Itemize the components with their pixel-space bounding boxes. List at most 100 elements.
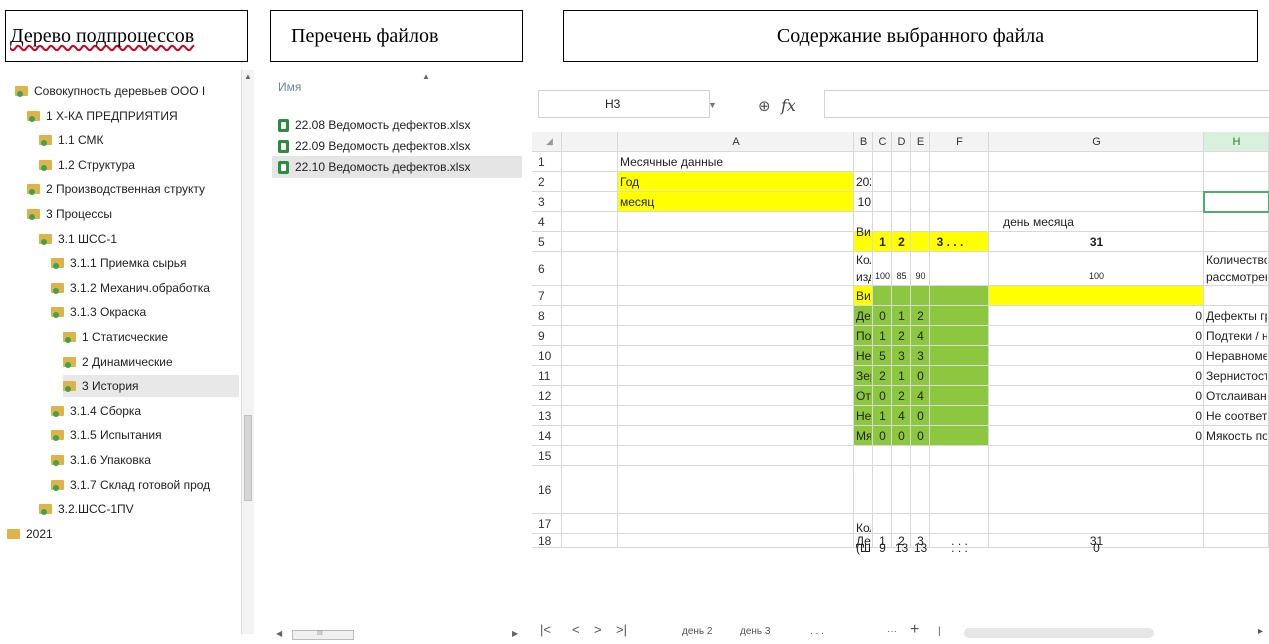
cell[interactable]: 2: [894, 232, 909, 252]
tree-item[interactable]: Совокупность деревьев ООО I: [15, 80, 239, 102]
row-header[interactable]: 15: [532, 446, 562, 466]
name-column-header[interactable]: Имя: [278, 80, 301, 94]
cell[interactable]: . . .: [932, 534, 987, 548]
row-header[interactable]: 2: [532, 172, 562, 192]
cell-year-label[interactable]: Год: [620, 172, 852, 192]
first-sheet-icon[interactable]: |<: [540, 622, 551, 637]
next-sheet-icon[interactable]: >: [594, 622, 602, 637]
file-item[interactable]: 22.10 Ведомость дефектов.xlsx: [272, 156, 522, 178]
tree-item[interactable]: 1 Х-КА ПРЕДПРИЯТИЯ: [27, 105, 239, 127]
tree-item[interactable]: 3 История: [63, 375, 239, 398]
cell[interactable]: 2: [894, 534, 909, 548]
scroll-left-arrow-icon[interactable]: ◀: [276, 629, 282, 638]
cell[interactable]: 0: [875, 386, 890, 406]
tree-item[interactable]: 1.2 Структура: [39, 154, 239, 176]
cell[interactable]: 1: [875, 534, 890, 548]
cell[interactable]: 2: [894, 386, 909, 406]
cell[interactable]: 3 . . .: [913, 232, 987, 252]
row-header[interactable]: 12: [532, 386, 562, 406]
sheet-horizontal-scrollbar[interactable]: [964, 628, 1154, 638]
files-scroll-thumb[interactable]: III: [292, 630, 354, 640]
defect-name[interactable]: Не соответствие цвета: [1206, 406, 1267, 426]
cell[interactable]: Виды дефектов: [856, 286, 871, 306]
name-box[interactable]: H3: [538, 90, 710, 118]
cell[interactable]: 0: [991, 426, 1202, 446]
cell[interactable]: 3: [913, 534, 928, 548]
column-header-e[interactable]: E: [911, 132, 930, 152]
tree-item[interactable]: 3 Процессы: [27, 203, 239, 225]
add-sheet-button[interactable]: +: [910, 621, 919, 639]
row-header[interactable]: 7: [532, 286, 562, 306]
defect-name[interactable]: Подтеки / наплывы: [1206, 326, 1267, 346]
tree-item[interactable]: 3.1.2 Механич.обработка: [51, 277, 239, 299]
cell[interactable]: 2: [913, 306, 928, 326]
cell[interactable]: 4: [894, 406, 909, 426]
tree-item[interactable]: 3.1.7 Склад готовой прод: [51, 474, 239, 496]
cell[interactable]: День месяца: [856, 534, 871, 548]
cell[interactable]: 31: [991, 232, 1202, 252]
cell[interactable]: 100: [875, 268, 890, 285]
row-header[interactable]: 9: [532, 326, 562, 346]
cell[interactable]: 0: [913, 406, 928, 426]
tree-item[interactable]: 3.1.4 Сборка: [51, 400, 239, 422]
cell[interactable]: 3: [894, 346, 909, 366]
defect-name[interactable]: Дефекты грунтовочного сло: [1206, 306, 1267, 326]
cell[interactable]: 2: [875, 366, 890, 386]
cell[interactable]: Вид данных: [856, 212, 871, 252]
tree-item[interactable]: 3.2.ШСС-1ПV: [39, 498, 239, 520]
row-header[interactable]: 8: [532, 306, 562, 326]
more-tabs[interactable]: . . .: [810, 626, 824, 637]
row-header[interactable]: 14: [532, 426, 562, 446]
cell[interactable]: 0: [894, 426, 909, 446]
column-header-g[interactable]: G: [989, 132, 1204, 152]
defect-name[interactable]: Неравномерная окраска: [856, 346, 871, 366]
cell[interactable]: рассмотренных изделий: [1206, 269, 1267, 286]
defect-name[interactable]: Дефекты грунтовочного слоя: [856, 306, 871, 326]
file-item[interactable]: 22.09 Ведомость дефектов.xlsx: [272, 135, 522, 157]
column-header-b[interactable]: B: [854, 132, 873, 152]
row-header[interactable]: 18: [532, 534, 562, 548]
cell[interactable]: 4: [913, 326, 928, 346]
defect-name[interactable]: Подтеки / наплывы: [856, 326, 871, 346]
cell[interactable]: 0: [991, 326, 1202, 346]
cell[interactable]: 1: [894, 366, 909, 386]
cell[interactable]: 0: [991, 406, 1202, 426]
cell[interactable]: 1: [894, 306, 909, 326]
row-header[interactable]: 10: [532, 346, 562, 366]
file-item[interactable]: 22.08 Ведомость дефектов.xlsx: [272, 114, 522, 136]
row-header[interactable]: 4: [532, 212, 562, 232]
formula-input[interactable]: [824, 90, 1269, 118]
tree-item[interactable]: 3.1.1 Приемка сырья: [51, 252, 239, 274]
cell[interactable]: 0: [913, 426, 928, 446]
tree-item[interactable]: 1.1 СМК: [39, 129, 239, 151]
column-header-a[interactable]: A: [618, 132, 854, 152]
cell[interactable]: Количество: [1206, 252, 1267, 269]
tab-splitter[interactable]: |: [938, 626, 941, 637]
prev-sheet-icon[interactable]: <: [572, 622, 580, 637]
zoom-icon[interactable]: ⊕: [758, 97, 771, 115]
scroll-up-arrow-icon[interactable]: ▲: [244, 72, 252, 81]
cell[interactable]: 1: [875, 232, 890, 252]
defect-name[interactable]: Зернистость поверхности: [1206, 366, 1267, 386]
cell[interactable]: 5: [875, 346, 890, 366]
fx-icon[interactable]: fx: [781, 96, 796, 115]
cell[interactable]: 0: [991, 306, 1202, 326]
files-horizontal-scrollbar[interactable]: ◀ III ▶: [272, 628, 524, 640]
tree-item[interactable]: 3.1.6 Упаковка: [51, 449, 239, 471]
defect-name[interactable]: Зернистость поверхности: [856, 366, 871, 386]
defect-name[interactable]: Мякость после высыхания: [1206, 426, 1267, 446]
row-header[interactable]: 1: [532, 152, 562, 172]
row-header[interactable]: 16: [532, 466, 562, 514]
name-box-dropdown-icon[interactable]: ▼: [708, 100, 717, 110]
cell-month-label[interactable]: месяц: [620, 192, 852, 212]
cell[interactable]: 0: [991, 386, 1202, 406]
cell[interactable]: 100: [991, 268, 1202, 285]
cell[interactable]: Месячные данные: [620, 152, 871, 172]
row-header[interactable]: 3: [532, 192, 562, 212]
column-header-c[interactable]: C: [873, 132, 892, 152]
defect-name[interactable]: Мякость после высыхания: [856, 426, 871, 446]
tree-vertical-scrollbar[interactable]: ▲: [241, 70, 254, 634]
tree-item[interactable]: 3.1.3 Окраска: [51, 301, 239, 323]
cell[interactable]: 2: [894, 326, 909, 346]
tabs-ellipsis[interactable]: ···: [887, 626, 897, 637]
